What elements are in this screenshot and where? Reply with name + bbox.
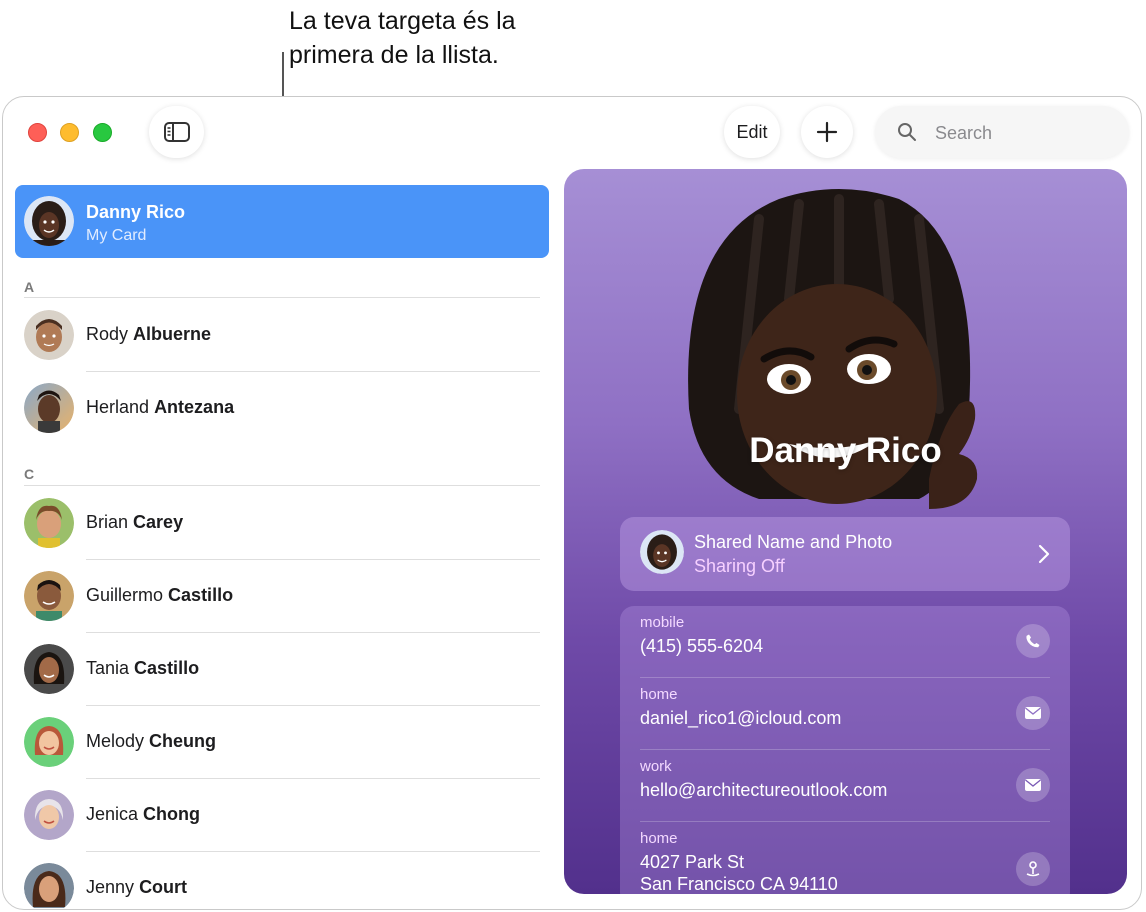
info-row-home-email: home daniel_rico1@icloud.com	[620, 678, 1070, 750]
section-header-a: A	[24, 279, 35, 295]
avatar	[24, 196, 74, 246]
info-row-work-email: work hello@architectureoutlook.com	[620, 750, 1070, 822]
avatar	[640, 530, 684, 574]
callout-text: La teva targeta és la primera de la llis…	[289, 4, 609, 72]
contact-name: Jenny Court	[86, 877, 188, 897]
divider	[24, 485, 540, 486]
callout-line-1: La teva targeta és la	[289, 7, 516, 35]
avatar	[24, 644, 74, 694]
divider	[24, 297, 540, 298]
field-label: work	[640, 758, 672, 775]
field-label: home	[640, 686, 678, 703]
avatar	[24, 717, 74, 767]
directions-button[interactable]	[1016, 852, 1050, 886]
contact-poster-memoji	[688, 189, 978, 509]
contact-row[interactable]: Herland Antezana	[15, 372, 549, 445]
avatar	[24, 383, 74, 433]
avatar	[24, 498, 74, 548]
phone-icon	[1026, 634, 1040, 648]
minimize-window-button[interactable]	[60, 123, 79, 142]
avatar	[24, 310, 74, 360]
my-card-row[interactable]: Danny Rico My Card	[15, 185, 549, 258]
sidebar-toggle-icon	[163, 122, 190, 142]
contact-info-card: mobile (415) 555-6204 home daniel_rico1@…	[620, 606, 1070, 894]
contact-name: Tania Castillo	[86, 658, 200, 678]
shared-name-title: Shared Name and Photo	[694, 532, 893, 552]
chevron-right-icon	[1038, 544, 1050, 564]
contact-name: Melody Cheung	[86, 731, 217, 751]
contact-row[interactable]: Jenica Chong	[15, 779, 549, 852]
contact-row[interactable]: Brian Carey	[15, 487, 549, 560]
field-value[interactable]: 4027 Park St	[640, 852, 744, 873]
search-field[interactable]	[875, 106, 1129, 158]
contact-row[interactable]: Guillermo Castillo	[15, 560, 549, 633]
email-button[interactable]	[1016, 768, 1050, 802]
mail-icon	[1025, 779, 1041, 791]
my-card-name: Danny Rico	[86, 202, 186, 222]
info-row-mobile: mobile (415) 555-6204	[620, 606, 1070, 678]
section-header-c: C	[24, 466, 35, 482]
close-window-button[interactable]	[28, 123, 47, 142]
email-button[interactable]	[1016, 696, 1050, 730]
sidebar-toggle-button[interactable]	[149, 106, 204, 158]
contact-name: Jenica Chong	[86, 804, 201, 824]
contact-row[interactable]: Tania Castillo	[15, 633, 549, 706]
field-label: mobile	[640, 614, 685, 631]
map-pin-icon	[1026, 861, 1040, 877]
contact-row[interactable]: Jenny Court	[15, 852, 549, 908]
add-contact-button[interactable]	[801, 106, 853, 158]
avatar	[24, 863, 74, 908]
field-value[interactable]: daniel_rico1@icloud.com	[640, 708, 841, 729]
plus-icon	[816, 121, 838, 143]
contact-row[interactable]: Melody Cheung	[15, 706, 549, 779]
zoom-window-button[interactable]	[93, 123, 112, 142]
field-value[interactable]: hello@architectureoutlook.com	[640, 780, 887, 801]
contact-row[interactable]: Rody Albuerne	[15, 299, 549, 372]
sharing-status: Sharing Off	[694, 556, 785, 576]
contact-name: Herland Antezana	[86, 397, 235, 417]
contact-name: Brian Carey	[86, 512, 184, 532]
field-value[interactable]: (415) 555-6204	[640, 636, 763, 657]
my-card-label: My Card	[86, 227, 147, 244]
contact-name: Rody Albuerne	[86, 324, 212, 344]
contact-detail-panel: Danny Rico Shared Name and Photo Sharing…	[564, 169, 1127, 894]
avatar	[24, 571, 74, 621]
detail-contact-name: Danny Rico	[749, 431, 942, 470]
edit-button[interactable]: Edit	[724, 106, 780, 158]
search-input[interactable]	[933, 120, 1117, 146]
field-value-line-2[interactable]: San Francisco CA 94110	[640, 874, 838, 894]
avatar	[24, 790, 74, 840]
call-button[interactable]	[1016, 624, 1050, 658]
shared-name-and-photo-row[interactable]: Shared Name and Photo Sharing Off	[620, 517, 1070, 591]
info-row-home-address: home 4027 Park St San Francisco CA 94110	[620, 822, 1070, 894]
callout-line-2: primera de la llista.	[289, 41, 499, 69]
contact-name: Guillermo Castillo	[86, 585, 234, 605]
mail-icon	[1025, 707, 1041, 719]
field-label: home	[640, 830, 678, 847]
search-icon	[898, 123, 916, 141]
